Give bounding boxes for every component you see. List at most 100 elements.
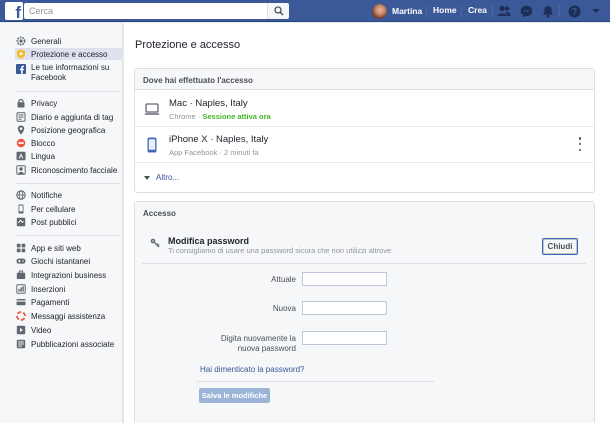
search-button[interactable] [267,3,289,19]
sidebar-item-mobile[interactable]: Per cellulare [16,203,120,215]
current-password-field[interactable] [302,272,387,286]
search-icon [274,6,284,16]
forgot-password-link[interactable]: Hai dimenticato la password? [200,365,305,374]
sidebar-item-payments[interactable]: Pagamenti [16,296,120,308]
nav-divider [559,5,560,17]
sidebar-item-label: Notifiche [31,190,63,200]
facebook-icon [16,64,26,74]
sidebar-item-blocking[interactable]: Blocco [16,137,120,149]
sidebar-item-location[interactable]: Posizione geografica [16,124,120,136]
avatar [372,3,387,19]
sidebar-item-linked-publications[interactable]: Pubblicazioni associate [16,338,120,350]
sidebar-item-support-inbox[interactable]: Messaggi assistenza [16,310,120,322]
divider [142,263,586,264]
profile-link[interactable]: Martina [372,3,426,19]
sidebar-item-label: Diario e aggiunta di tag [31,112,114,122]
nav-divider [492,5,493,17]
change-password-title: Modifica password [168,236,250,246]
help-icon[interactable]: ? [566,3,582,19]
caret-down-icon [144,175,150,180]
change-password-row: Modifica password Ti consigliamo di usar… [135,226,594,262]
sidebar-item-notifications[interactable]: Notifiche [16,189,120,201]
sidebar-item-label: Generali [31,36,62,46]
account-menu-icon[interactable] [588,3,604,19]
see-more-link[interactable]: Altro... [144,173,179,182]
divider [197,381,434,382]
svg-text:A: A [19,154,24,161]
timeline-icon [16,112,26,122]
notifications-icon[interactable] [540,3,556,19]
session-row[interactable]: Mac · Naples, Italy Chrome · Sessione at… [135,91,594,127]
facebook-logo-icon[interactable]: f [5,2,23,21]
sidebar-item-label: Le tue informazioni su Facebook [31,63,110,82]
public-posts-icon [16,217,26,227]
sidebar-item-language[interactable]: A Lingua [16,150,120,162]
linked-publications-icon [16,339,26,349]
sidebar-item-security[interactable]: Protezione e accesso [15,48,123,60]
see-more-label: Altro... [156,173,180,182]
device-name: Mac · Naples, Italy [169,98,248,109]
block-icon [16,138,26,148]
sidebar-item-ads[interactable]: Inserzioni [16,283,120,295]
confirm-password-label-line2: nuova password [237,344,296,353]
create-link[interactable]: Crea [468,5,487,15]
laptop-icon [144,101,160,117]
sidebar-item-label: Pubblicazioni associate [31,339,115,349]
sidebar-divider [16,91,120,92]
nav-divider [426,5,427,17]
sidebar-item-label: Lingua [31,151,56,161]
new-password-label: Nuova [272,304,296,313]
sidebar-item-label: Giochi istantanei [31,256,91,266]
device-details: App Facebook · 2 minuti fa [169,148,259,157]
sidebar-item-privacy[interactable]: Privacy [16,97,120,109]
page-title: Protezione e accesso [135,39,241,51]
home-link[interactable]: Home [433,5,457,15]
confirm-password-label-line1: Digita nuovamente la [220,334,296,343]
close-button[interactable]: Chiudi [542,238,578,255]
location-icon [16,125,26,135]
search-box [24,3,287,19]
sidebar-item-label: Integrazioni business [31,270,107,280]
sidebar-item-apps[interactable]: App e siti web [16,242,120,254]
sidebar-item-label: Inserzioni [31,284,66,294]
save-changes-button[interactable]: Salva le modifiche [199,388,270,403]
support-icon [16,311,26,321]
sidebar-item-label: Posizione geografica [31,125,106,135]
session-status: Sessione attiva ora [202,112,271,121]
sidebar-item-face-recognition[interactable]: Riconoscimento facciale [16,164,120,176]
apps-icon [16,243,26,253]
key-icon [150,238,160,250]
user-name: Martina [392,6,423,16]
card-header: Dove hai effettuato l'accesso [135,69,594,90]
sidebar-item-instant-games[interactable]: Giochi istantanei [16,255,120,267]
new-password-field[interactable] [302,301,387,315]
sidebar-item-label: Video [31,325,52,335]
ads-icon [16,284,26,294]
sidebar-divider [16,183,120,184]
confirm-password-label: Digita nuovamente la nuova password [176,334,296,354]
payments-icon [16,297,26,307]
sidebar-divider [16,235,120,236]
sidebar-item-public-posts[interactable]: Post pubblici [16,216,120,228]
sidebar-item-label: Per cellulare [31,204,76,214]
messenger-icon[interactable] [518,3,534,19]
sidebar-item-your-info[interactable]: Le tue informazioni su Facebook [16,63,120,85]
nav-divider [461,5,462,17]
confirm-password-field[interactable] [302,331,387,345]
sidebar-item-timeline[interactable]: Diario e aggiunta di tag [16,111,120,123]
device-app: Chrome · [169,112,203,121]
search-input[interactable] [24,3,287,19]
games-icon [16,256,26,266]
sidebar-item-business-integrations[interactable]: Integrazioni business [16,269,120,281]
language-icon: A [16,151,26,161]
session-row[interactable]: iPhone X · Naples, Italy App Facebook · … [135,127,594,163]
more-options-icon[interactable] [578,137,582,151]
sidebar-item-general[interactable]: Generali [16,35,120,47]
current-password-label: Attuale [271,275,296,284]
device-name: iPhone X · Naples, Italy [169,134,269,145]
sidebar-item-label: Blocco [31,138,56,148]
sidebar-item-label: Post pubblici [31,217,77,227]
sidebar-item-video[interactable]: Video [16,324,120,336]
sidebar-item-label: Riconoscimento facciale [31,165,118,175]
friends-icon[interactable] [496,3,512,19]
